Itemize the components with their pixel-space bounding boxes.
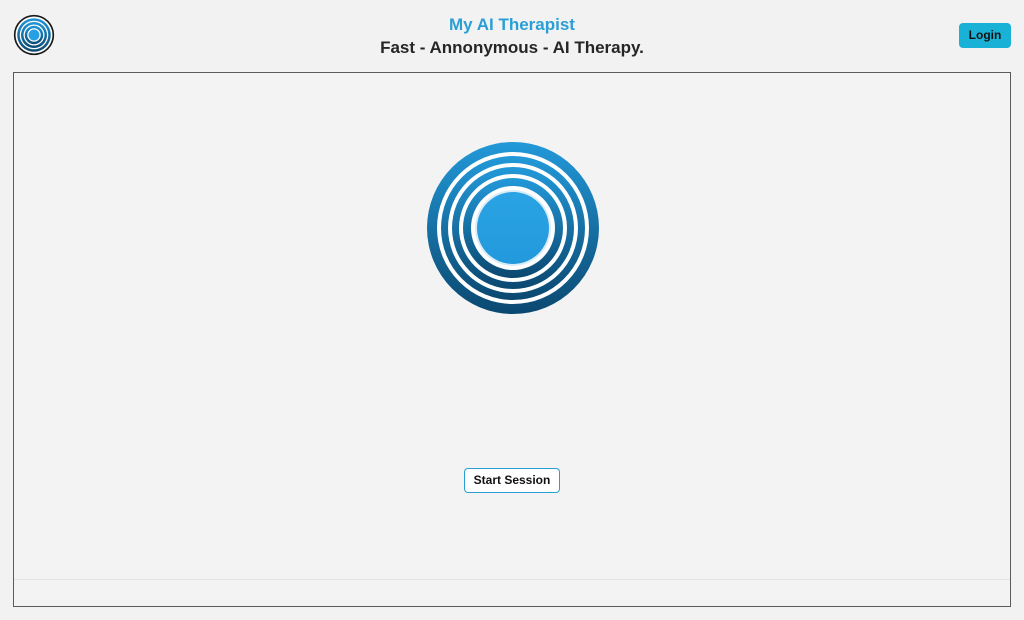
concentric-rings-logo-icon (427, 142, 599, 314)
top-header: My AI Therapist Fast - Annonymous - AI T… (0, 0, 1024, 70)
app-title: My AI Therapist (449, 15, 575, 34)
login-button[interactable]: Login (959, 23, 1011, 48)
hero-logo (426, 141, 600, 315)
panel-divider (14, 579, 1010, 580)
start-session-button[interactable]: Start Session (464, 468, 560, 493)
tagline: Fast - Annonymous - AI Therapy. (380, 38, 644, 57)
header-titles: My AI Therapist Fast - Annonymous - AI T… (0, 14, 1024, 60)
main-panel: Start Session (13, 72, 1011, 607)
